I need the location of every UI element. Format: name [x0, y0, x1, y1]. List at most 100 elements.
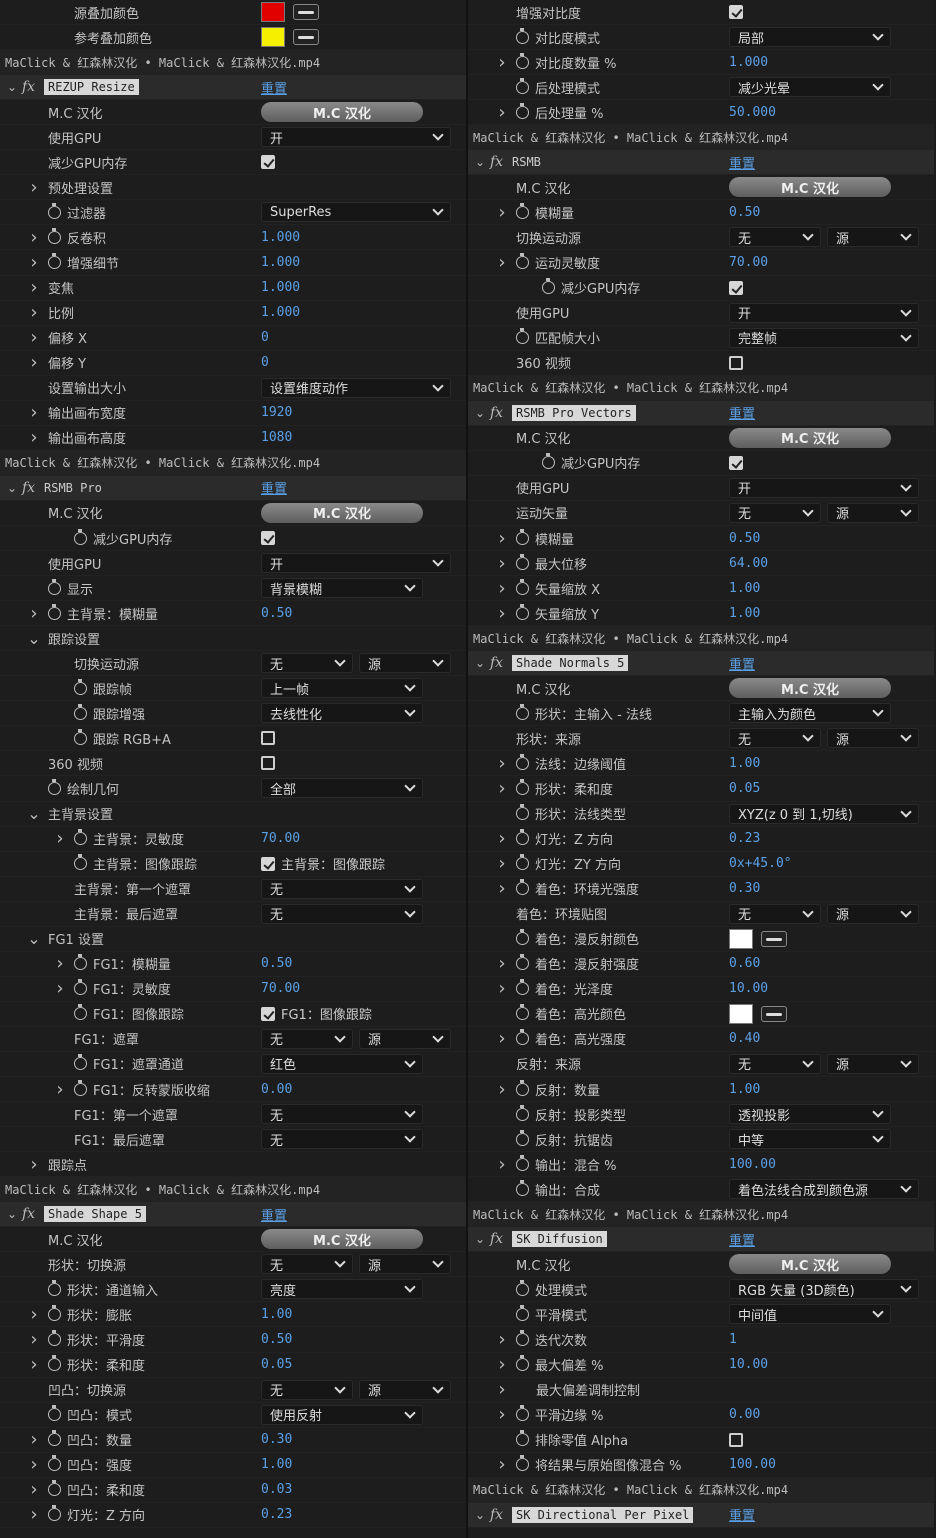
chevron-right-icon[interactable]: › — [28, 1428, 40, 1452]
dropdown-select[interactable]: 主输入为颜色 — [729, 703, 891, 724]
value-scrubber[interactable]: 0 — [261, 330, 269, 345]
stopwatch-icon[interactable] — [48, 1279, 61, 1296]
dropdown-select[interactable]: 无 — [261, 1129, 423, 1150]
stopwatch-icon[interactable] — [516, 703, 529, 720]
chevron-right-icon[interactable]: › — [28, 401, 40, 425]
stopwatch-icon[interactable] — [516, 1304, 529, 1321]
dropdown-select[interactable]: 去线性化 — [261, 703, 423, 724]
value-scrubber[interactable]: 1.00 — [729, 1082, 760, 1097]
chevron-right-icon[interactable]: › — [28, 301, 40, 325]
stopwatch-icon[interactable] — [516, 854, 529, 871]
checkbox[interactable] — [729, 355, 743, 370]
stopwatch-icon[interactable] — [516, 753, 529, 770]
reset-link[interactable]: 重置 — [729, 1503, 755, 1527]
mc-hanhua-button[interactable]: M.C 汉化 — [729, 1254, 891, 1275]
value-scrubber[interactable]: 0.50 — [729, 531, 760, 546]
value-scrubber[interactable]: 0 — [261, 355, 269, 370]
checkbox[interactable] — [261, 155, 275, 170]
value-scrubber[interactable]: 0.50 — [261, 956, 292, 971]
fx-icon[interactable]: fx — [22, 75, 35, 99]
value-scrubber[interactable]: 1920 — [261, 405, 292, 420]
checkbox[interactable] — [729, 5, 743, 20]
stopwatch-icon[interactable] — [48, 1355, 61, 1372]
chevron-down-icon[interactable]: ⌄ — [27, 927, 40, 951]
color-swatch[interactable] — [261, 27, 285, 48]
stopwatch-icon[interactable] — [542, 278, 555, 295]
chevron-right-icon[interactable]: › — [496, 852, 508, 876]
chevron-right-icon[interactable]: › — [28, 1503, 40, 1527]
mc-hanhua-button[interactable]: M.C 汉化 — [729, 678, 891, 699]
stopwatch-icon[interactable] — [516, 528, 529, 545]
stopwatch-icon[interactable] — [516, 553, 529, 570]
chevron-right-icon[interactable]: › — [54, 827, 66, 851]
value-scrubber[interactable]: 100.00 — [729, 1157, 776, 1172]
checkbox[interactable] — [729, 455, 743, 470]
chevron-down-icon[interactable]: ⌄ — [6, 476, 18, 500]
stopwatch-icon[interactable] — [516, 1004, 529, 1021]
effect-header[interactable]: ⌄ fx Shade Shape 5 重置 — [0, 1202, 466, 1228]
dropdown-select[interactable]: 透视投影 — [729, 1104, 891, 1125]
reset-link[interactable]: 重置 — [729, 150, 755, 174]
stopwatch-icon[interactable] — [516, 1430, 529, 1447]
reset-link[interactable]: 重置 — [261, 75, 287, 99]
chevron-right-icon[interactable]: › — [28, 601, 40, 625]
stopwatch-icon[interactable] — [74, 728, 87, 745]
source-dropdown[interactable]: 源 — [827, 903, 919, 924]
value-scrubber[interactable]: 1.00 — [261, 1457, 292, 1472]
value-scrubber[interactable]: 0.00 — [729, 1407, 760, 1422]
eyedropper-icon[interactable] — [293, 4, 319, 21]
chevron-right-icon[interactable]: › — [28, 1327, 40, 1351]
chevron-down-icon[interactable]: ⌄ — [6, 75, 18, 99]
stopwatch-icon[interactable] — [74, 703, 87, 720]
stopwatch-icon[interactable] — [542, 453, 555, 470]
stopwatch-icon[interactable] — [48, 1480, 61, 1497]
stopwatch-icon[interactable] — [74, 829, 87, 846]
chevron-right-icon[interactable]: › — [496, 776, 508, 800]
dropdown-select[interactable]: 减少光晕 — [729, 77, 891, 98]
effect-header[interactable]: ⌄ fx Shade Normals 5 重置 — [468, 651, 934, 677]
chevron-right-icon[interactable]: › — [28, 326, 40, 350]
value-scrubber[interactable]: 0x+45.0° — [729, 856, 792, 871]
chevron-right-icon[interactable]: › — [496, 50, 508, 74]
stopwatch-icon[interactable] — [516, 603, 529, 620]
value-scrubber[interactable]: 1.000 — [261, 230, 300, 245]
layer-dropdown[interactable]: 无 — [261, 1028, 353, 1049]
layer-dropdown[interactable]: 无 — [261, 1254, 353, 1275]
value-scrubber[interactable]: 70.00 — [729, 255, 768, 270]
dropdown-select[interactable]: 中间值 — [729, 1304, 891, 1325]
chevron-down-icon[interactable]: ⌄ — [474, 1227, 486, 1251]
dropdown-select[interactable]: 全部 — [261, 778, 423, 799]
stopwatch-icon[interactable] — [516, 954, 529, 971]
dropdown-select[interactable]: 无 — [261, 878, 423, 899]
eyedropper-icon[interactable] — [293, 29, 319, 46]
chevron-right-icon[interactable]: › — [496, 1327, 508, 1351]
stopwatch-icon[interactable] — [48, 1405, 61, 1422]
value-scrubber[interactable]: 0.03 — [261, 1482, 292, 1497]
stopwatch-icon[interactable] — [74, 1004, 87, 1021]
value-scrubber[interactable]: 0.05 — [729, 781, 760, 796]
reset-link[interactable]: 重置 — [261, 476, 287, 500]
chevron-right-icon[interactable]: › — [496, 1152, 508, 1176]
chevron-right-icon[interactable]: › — [496, 1453, 508, 1477]
chevron-right-icon[interactable]: › — [496, 1403, 508, 1427]
chevron-right-icon[interactable]: › — [28, 1453, 40, 1477]
value-scrubber[interactable]: 0.00 — [261, 1082, 292, 1097]
dropdown-select[interactable]: 设置维度动作 — [261, 377, 451, 398]
value-scrubber[interactable]: 0.60 — [729, 956, 760, 971]
stopwatch-icon[interactable] — [74, 1079, 87, 1096]
chevron-right-icon[interactable]: › — [496, 576, 508, 600]
fx-icon[interactable]: fx — [490, 1227, 503, 1251]
stopwatch-icon[interactable] — [516, 52, 529, 69]
value-scrubber[interactable]: 1.00 — [261, 1307, 292, 1322]
layer-dropdown[interactable]: 无 — [261, 653, 353, 674]
dropdown-select[interactable]: 开 — [261, 127, 451, 148]
chevron-right-icon[interactable]: › — [28, 1353, 40, 1377]
source-dropdown[interactable]: 源 — [827, 227, 919, 248]
layer-dropdown[interactable]: 无 — [729, 903, 821, 924]
fx-icon[interactable]: fx — [490, 401, 503, 425]
stopwatch-icon[interactable] — [516, 1029, 529, 1046]
stopwatch-icon[interactable] — [516, 1154, 529, 1171]
checkbox[interactable] — [261, 1006, 275, 1021]
chevron-right-icon[interactable]: › — [28, 1478, 40, 1502]
chevron-right-icon[interactable]: › — [496, 250, 508, 274]
